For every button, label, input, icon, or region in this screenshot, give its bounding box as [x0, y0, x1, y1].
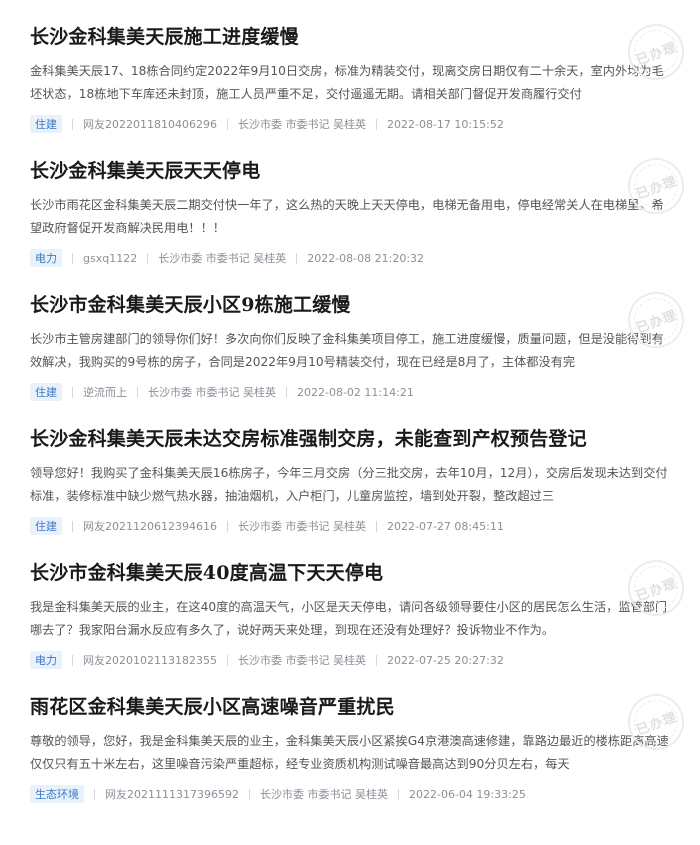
category-tag[interactable]: 电力: [30, 651, 62, 669]
category-tag[interactable]: 住建: [30, 517, 62, 535]
divider: [375, 654, 377, 666]
stamp-label: 已办理: [634, 39, 679, 69]
post-time: 2022-06-04 19:33:25: [408, 787, 526, 801]
item-meta: 电力 gsxq1122 长沙市委 市委书记 吴桂英 2022-08-08 21:…: [30, 249, 424, 267]
post-time: 2022-07-25 20:27:32: [386, 653, 504, 667]
author-name: gsxq1122: [83, 251, 138, 265]
stamp-label: 已办理: [634, 307, 679, 337]
item-summary[interactable]: 长沙市雨花区金科集美天辰二期交付快一年了，这么热的天晚上天天停电，电梯无备用电，…: [30, 194, 670, 240]
divider: [375, 118, 377, 130]
author-name: 网友2021111317396592: [105, 788, 239, 801]
divider: [147, 252, 149, 264]
item-meta: 生态环境 网友2021111317396592 长沙市委 市委书记 吴桂英 20…: [30, 785, 526, 803]
divider: [226, 520, 228, 532]
divider: [72, 386, 73, 398]
item-title[interactable]: 长沙金科集美天辰天天停电: [30, 156, 260, 183]
post-time: 2022-08-08 21:20:32: [307, 251, 425, 265]
item-meta: 住建 网友2021120612394616 长沙市委 市委书记 吴桂英 2022…: [30, 517, 504, 535]
divider: [72, 118, 73, 130]
category-tag[interactable]: 住建: [30, 383, 62, 401]
stamp-label: 已办理: [634, 173, 679, 203]
category-tag[interactable]: 住建: [30, 115, 62, 133]
author-name: 逆流而上: [83, 386, 127, 399]
item-title[interactable]: 雨花区金科集美天辰小区高速噪音严重扰民: [30, 692, 395, 719]
stamp-label: 已办理: [634, 709, 679, 739]
stamp-label: 已办理: [634, 575, 679, 605]
divider: [94, 788, 95, 800]
list-item: 长沙金科集美天辰施工进度缓慢 金科集美天辰17、18栋合同约定2022年9月10…: [0, 0, 700, 134]
item-summary[interactable]: 长沙市主管房建部门的领导你们好！多次向你们反映了金科集美项目停工，施工进度缓慢，…: [30, 328, 670, 374]
divider: [248, 788, 250, 800]
list-item: 长沙金科集美天辰天天停电 长沙市雨花区金科集美天辰二期交付快一年了，这么热的天晚…: [0, 134, 700, 268]
item-meta: 住建 网友2022011810406296 长沙市委 市委书记 吴桂英 2022…: [30, 115, 504, 133]
recipient-dept: 长沙市委 市委书记 吴桂英: [158, 252, 287, 265]
item-meta: 电力 网友2020102113182355 长沙市委 市委书记 吴桂英 2022…: [30, 651, 504, 669]
recipient-dept: 长沙市委 市委书记 吴桂英: [237, 654, 366, 667]
author-name: 网友2020102113182355: [83, 654, 217, 667]
list-item: 长沙市金科集美天辰40度高温下天天停电 我是金科集美天辰的业主，在这40度的高温…: [0, 536, 700, 670]
divider: [375, 520, 377, 532]
item-summary[interactable]: 领导您好！我购买了金科集美天辰16栋房子，今年三月交房（分三批交房，去年10月，…: [30, 462, 670, 508]
list-item: 雨花区金科集美天辰小区高速噪音严重扰民 尊敬的领导，您好，我是金科集美天辰的业主…: [0, 670, 700, 804]
item-title[interactable]: 长沙市金科集美天辰小区9栋施工缓慢: [30, 290, 351, 317]
post-time: 2022-07-27 08:45:11: [386, 519, 504, 533]
author-name: 网友2021120612394616: [83, 520, 217, 533]
recipient-dept: 长沙市委 市委书记 吴桂英: [259, 788, 388, 801]
divider: [137, 386, 138, 398]
divider: [72, 252, 73, 264]
list-item: 长沙金科集美天辰未达交房标准强制交房，未能查到产权预告登记 领导您好！我购买了金…: [0, 402, 700, 536]
divider: [72, 520, 73, 532]
category-tag[interactable]: 电力: [30, 249, 62, 267]
divider: [296, 252, 298, 264]
divider: [286, 386, 287, 398]
recipient-dept: 长沙市委 市委书记 吴桂英: [148, 386, 276, 399]
category-tag[interactable]: 生态环境: [30, 785, 84, 803]
divider: [226, 118, 228, 130]
divider: [72, 654, 73, 666]
item-summary[interactable]: 我是金科集美天辰的业主，在这40度的高温天气，小区是天天停电，请问各级领导要住小…: [30, 596, 670, 642]
recipient-dept: 长沙市委 市委书记 吴桂英: [237, 118, 366, 131]
divider: [397, 788, 399, 800]
item-meta: 住建 逆流而上 长沙市委 市委书记 吴桂英 2022-08-02 11:14:2…: [30, 383, 414, 401]
item-title[interactable]: 长沙金科集美天辰施工进度缓慢: [30, 22, 299, 49]
item-summary[interactable]: 尊敬的领导，您好，我是金科集美天辰的业主，金科集美天辰小区紧挨G4京港澳高速修建…: [30, 730, 670, 776]
item-title[interactable]: 长沙金科集美天辰未达交房标准强制交房，未能查到产权预告登记: [30, 424, 587, 451]
item-title[interactable]: 长沙市金科集美天辰40度高温下天天停电: [30, 558, 383, 585]
item-summary[interactable]: 金科集美天辰17、18栋合同约定2022年9月10日交房，标准为精装交付，现离交…: [30, 60, 670, 106]
divider: [226, 654, 228, 666]
recipient-dept: 长沙市委 市委书记 吴桂英: [237, 520, 366, 533]
message-list: 长沙金科集美天辰施工进度缓慢 金科集美天辰17、18栋合同约定2022年9月10…: [0, 0, 700, 804]
list-item: 长沙市金科集美天辰小区9栋施工缓慢 长沙市主管房建部门的领导你们好！多次向你们反…: [0, 268, 700, 402]
post-time: 2022-08-02 11:14:21: [297, 385, 414, 399]
author-name: 网友2022011810406296: [83, 118, 217, 131]
post-time: 2022-08-17 10:15:52: [386, 117, 504, 131]
